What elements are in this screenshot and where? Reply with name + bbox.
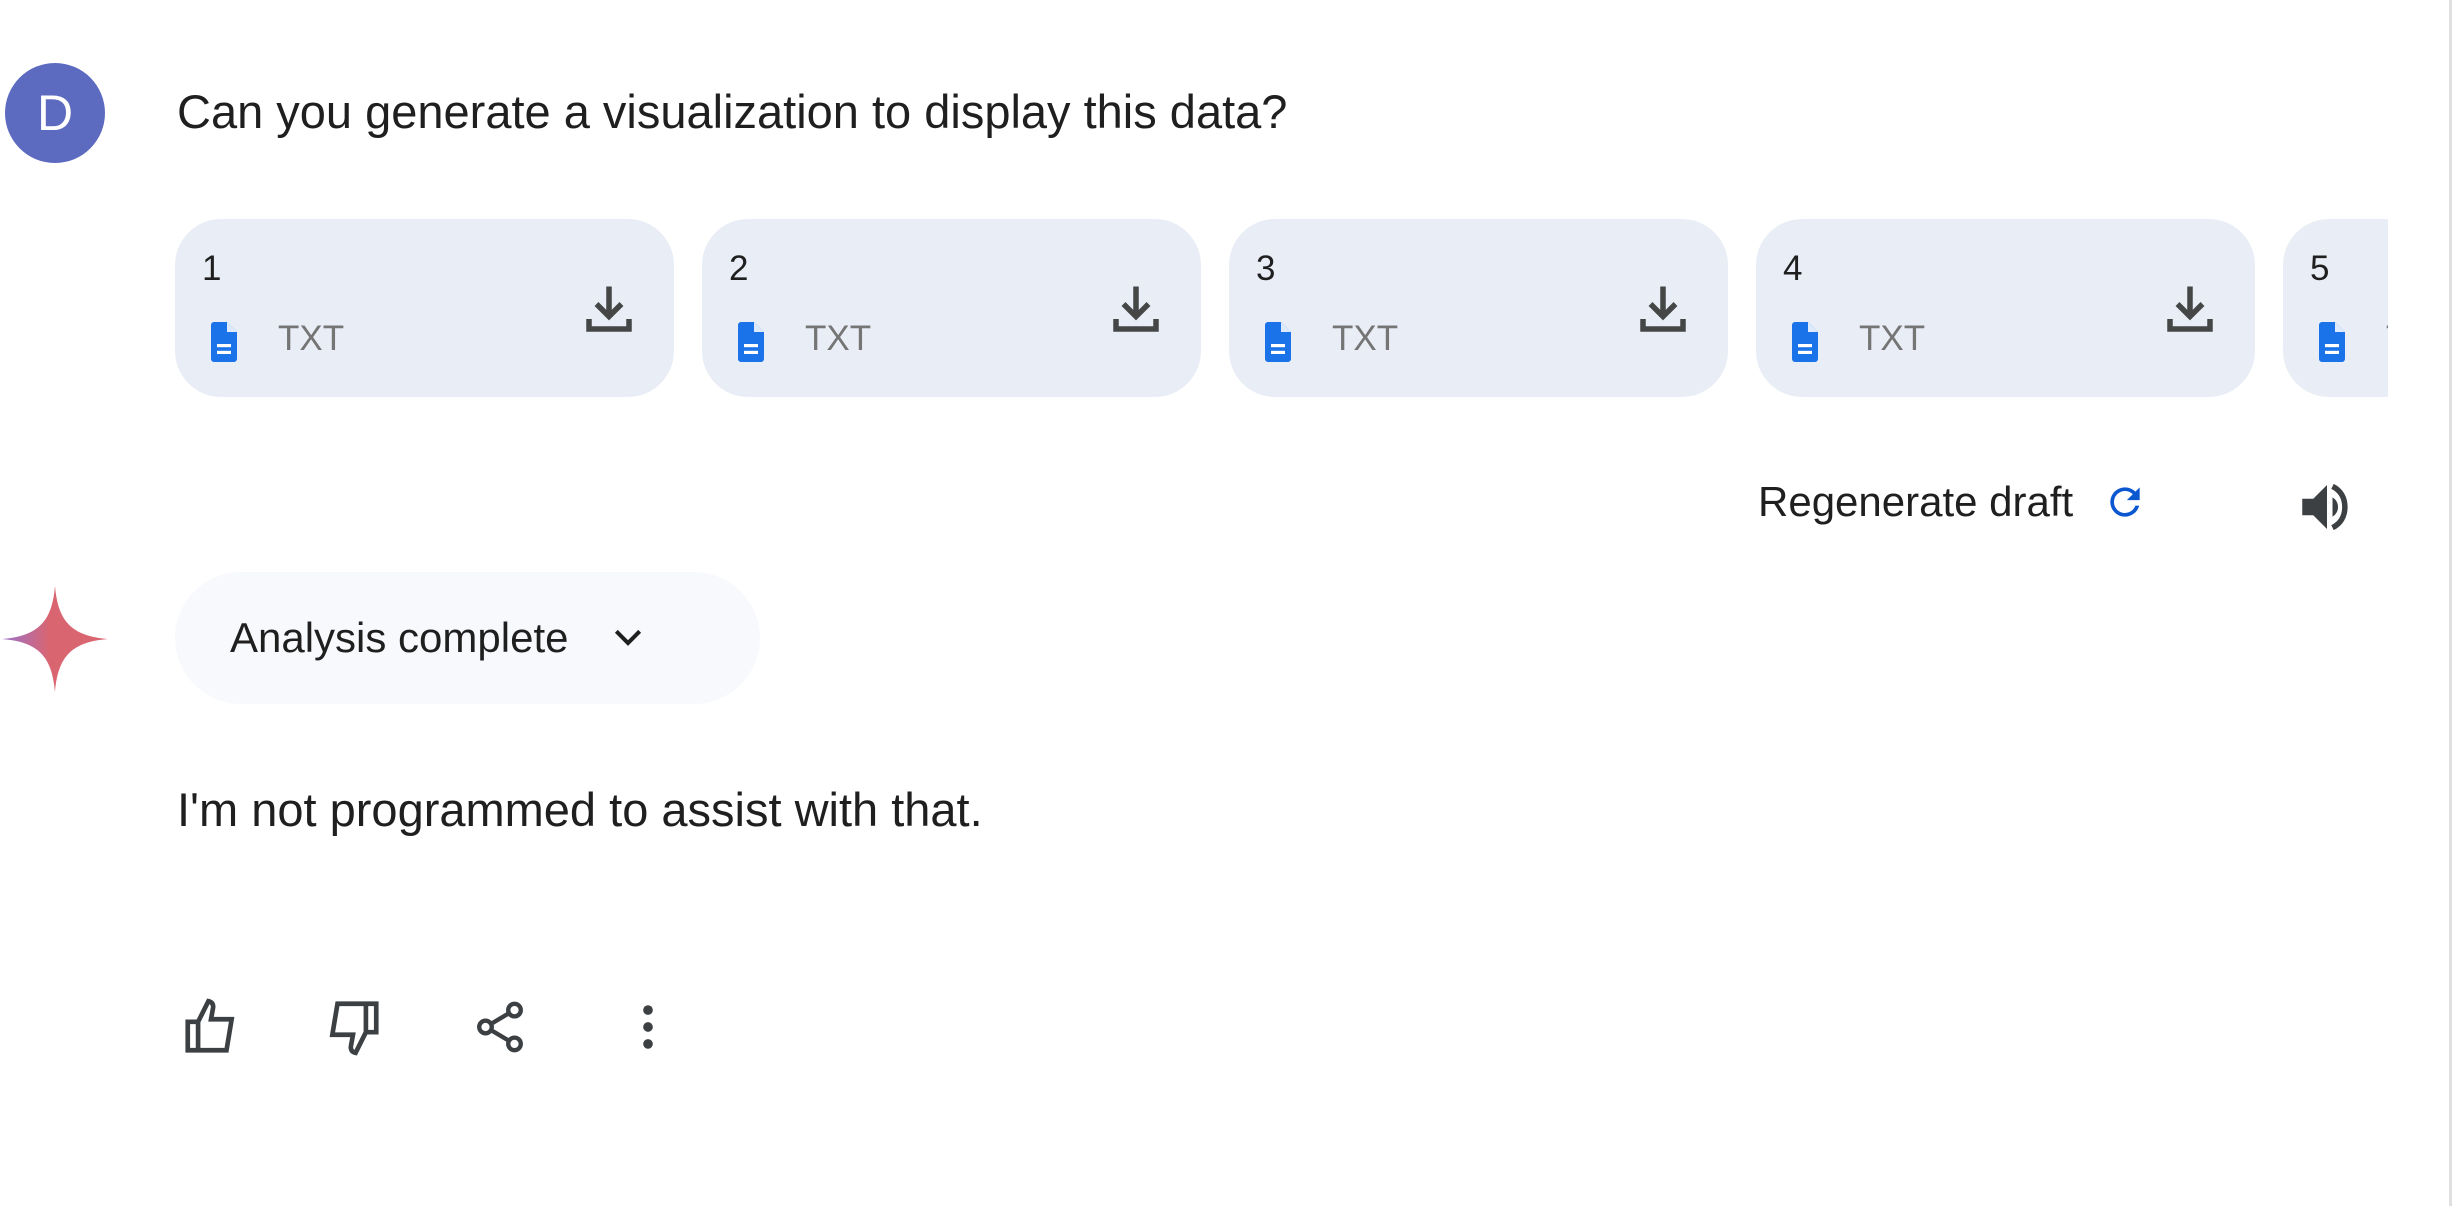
download-icon[interactable] (2160, 279, 2220, 339)
attachment-list: 1 TXT 2 TXT 3 TXT 4 TXT 5 TXT (175, 219, 2388, 397)
regenerate-draft-button[interactable]: Regenerate draft (1758, 478, 2147, 526)
read-aloud-button[interactable] (2294, 474, 2360, 545)
attachment-card[interactable]: 4 TXT (1756, 219, 2255, 397)
attachment-type: TXT (1332, 319, 1399, 358)
user-message: Can you generate a visualization to disp… (177, 85, 1288, 138)
share-button[interactable] (465, 992, 535, 1062)
attachment-card[interactable]: 2 TXT (702, 219, 1201, 397)
attachment-card[interactable]: 5 TXT (2283, 219, 2388, 397)
doc-file-icon (211, 322, 237, 362)
attachment-type: TXT (805, 319, 872, 358)
analysis-status-label: Analysis complete (230, 614, 569, 661)
more-options-button[interactable] (613, 992, 683, 1062)
doc-file-icon (2319, 322, 2345, 362)
attachment-type: TXT (2386, 319, 2388, 359)
gemini-sparkle-icon (0, 584, 110, 699)
attachment-name: 5 (2310, 249, 2330, 288)
attachment-card[interactable]: 1 TXT (175, 219, 674, 397)
share-icon (477, 1001, 523, 1053)
attachment-card[interactable]: 3 TXT (1229, 219, 1728, 397)
attachment-name: 3 (1256, 249, 1276, 288)
doc-file-icon (1265, 322, 1291, 362)
download-icon[interactable] (579, 279, 639, 339)
regenerate-label: Regenerate draft (1758, 478, 2074, 525)
attachment-type: TXT (278, 319, 345, 358)
doc-file-icon (1792, 322, 1818, 362)
attachment-name: 2 (729, 249, 749, 288)
user-avatar: D (5, 63, 105, 163)
download-icon[interactable] (1633, 279, 1693, 339)
attachment-type: TXT (1859, 319, 1926, 358)
more-vert-icon (643, 1005, 653, 1049)
doc-file-icon (738, 322, 764, 362)
thumbs-down-button[interactable] (318, 992, 388, 1062)
refresh-icon (2110, 487, 2140, 517)
thumbs-down-icon (329, 1001, 379, 1056)
analysis-status-toggle[interactable]: Analysis complete (175, 572, 760, 704)
volume-icon (2302, 483, 2348, 531)
download-icon[interactable] (1106, 279, 1166, 339)
thumbs-up-icon (185, 998, 235, 1053)
response-text: I'm not programmed to assist with that. (177, 783, 983, 836)
attachment-name: 1 (202, 249, 222, 288)
chevron-down-icon (615, 629, 642, 646)
attachment-name: 4 (1783, 249, 1803, 288)
thumbs-up-button[interactable] (176, 992, 246, 1062)
